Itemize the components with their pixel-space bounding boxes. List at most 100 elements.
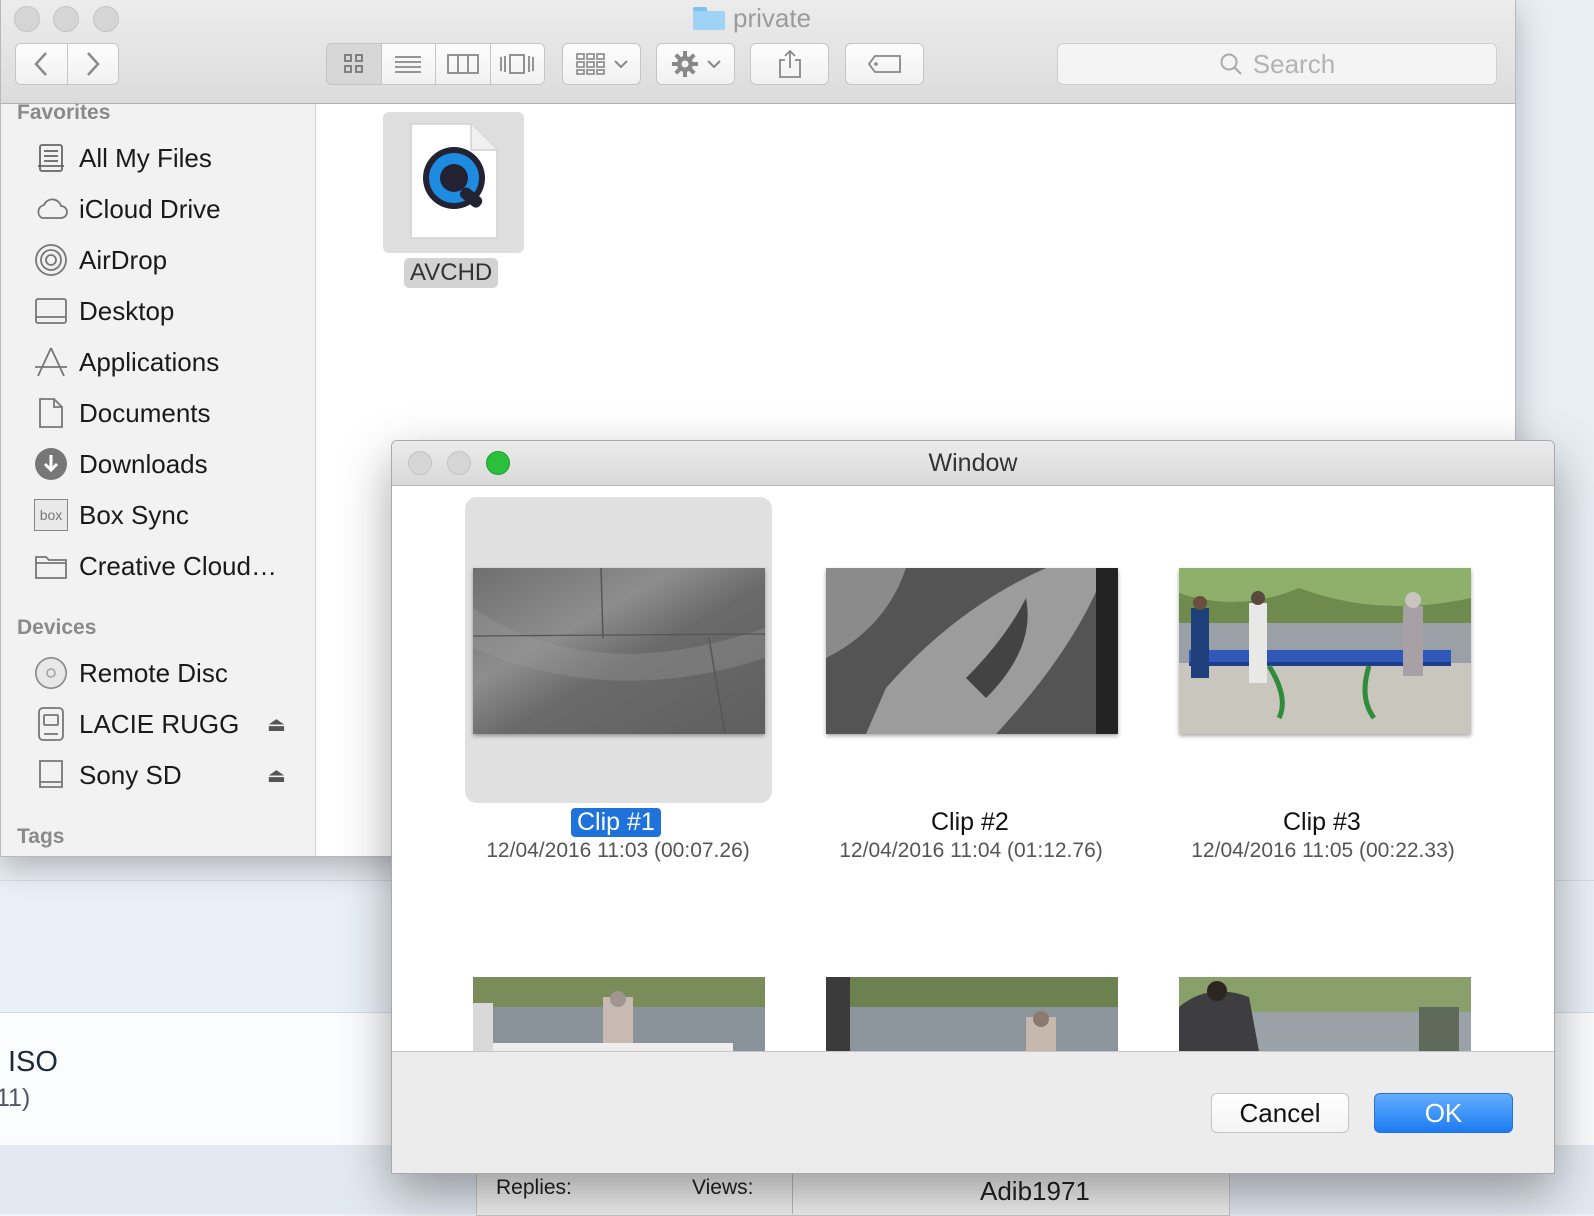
dialog-title: Window [928, 449, 1018, 477]
airdrop-icon [33, 242, 69, 278]
chevron-down-icon [706, 60, 721, 69]
sidebar-item-remote-disc[interactable]: Remote Disc [33, 650, 228, 696]
table-divider [792, 1168, 793, 1214]
views-label: Views: [692, 1176, 754, 1199]
cover-flow-button[interactable] [490, 44, 544, 84]
clip-thumbnail-2[interactable] [826, 568, 1118, 734]
all-my-files-icon [33, 140, 69, 176]
clip-meta-3: 12/04/2016 11:05 (00:22.33) [1191, 839, 1455, 862]
replies-label: Replies: [496, 1176, 572, 1199]
disc-icon [33, 655, 69, 691]
file-name-label[interactable]: AVCHD [404, 258, 499, 288]
sidebar-item-label: Applications [79, 346, 220, 377]
sidebar-item-icloud-drive[interactable]: iCloud Drive [33, 186, 221, 232]
sidebar-item-downloads[interactable]: Downloads [33, 441, 208, 487]
applications-icon [33, 344, 69, 380]
clip-thumbnail-6[interactable] [1179, 977, 1471, 1051]
cloud-icon [33, 191, 69, 227]
minimize-button[interactable] [53, 6, 79, 32]
tags-button[interactable] [845, 43, 924, 85]
gear-icon [671, 51, 698, 77]
sidebar-item-label: Box Sync [79, 499, 189, 530]
sidebar-item-documents[interactable]: Documents [33, 390, 211, 436]
forward-button[interactable] [67, 44, 118, 84]
grid-icon [343, 54, 363, 73]
search-icon [1220, 53, 1242, 75]
background-stats-table [476, 1168, 1230, 1216]
eject-icon[interactable]: ⏏ [267, 712, 286, 737]
quicktime-file-icon [410, 123, 498, 239]
sidebar-item-label: iCloud Drive [79, 193, 221, 224]
downloads-icon [33, 446, 69, 482]
arrange-button[interactable] [562, 43, 641, 85]
desktop-icon [33, 293, 69, 329]
action-button[interactable] [656, 43, 735, 85]
clip-name-3[interactable]: Clip #3 [1283, 808, 1361, 837]
sidebar-item-label: Creative Cloud… [79, 550, 277, 581]
documents-icon [33, 395, 69, 431]
clip-thumbnail-3[interactable] [1179, 568, 1471, 734]
tag-icon [867, 55, 901, 73]
ok-button[interactable]: OK [1374, 1093, 1513, 1133]
tags-header: Tags [17, 825, 65, 848]
clip-name-1[interactable]: Clip #1 [571, 808, 661, 837]
sidebar-item-airdrop[interactable]: AirDrop [33, 237, 167, 283]
sidebar-item-sony-sd[interactable]: Sony SD [33, 752, 182, 798]
arrange-grid-icon [575, 53, 605, 75]
list-icon [395, 56, 422, 73]
column-view-button[interactable] [436, 44, 491, 84]
sidebar-item-desktop[interactable]: Desktop [33, 288, 174, 334]
sidebar-item-all-my-files[interactable]: All My Files [33, 135, 212, 181]
zoom-button[interactable] [93, 6, 119, 32]
sd-card-icon [33, 757, 69, 793]
chevron-right-icon [87, 52, 100, 76]
folder-icon [693, 6, 725, 30]
favorites-header: Favorites [17, 101, 111, 124]
folder-icon [33, 548, 69, 584]
clip-thumbnail-1[interactable] [473, 568, 765, 734]
clip-thumbnail-4[interactable] [473, 977, 765, 1051]
box-icon: box [33, 497, 69, 533]
sidebar-item-label: Sony SD [79, 759, 182, 790]
window-title-text: private [733, 2, 812, 33]
devices-header: Devices [17, 616, 97, 639]
search-input[interactable]: Search [1057, 43, 1497, 85]
back-forward-control [15, 43, 119, 85]
sidebar-item-label: Remote Disc [79, 657, 228, 688]
clip-thumbnail-5[interactable] [826, 977, 1118, 1051]
author-name[interactable]: Adib1971 [980, 1176, 1090, 1207]
clip-meta-2: 12/04/2016 11:04 (01:12.76) [839, 839, 1103, 862]
view-mode-control [326, 43, 545, 85]
clip-meta-1: 12/04/2016 11:03 (00:07.26) [486, 839, 750, 862]
cancel-button[interactable]: Cancel [1211, 1093, 1349, 1133]
sidebar-item-lacie-rugg[interactable]: LACIE RUGG [33, 701, 239, 747]
sidebar-item-label: All My Files [79, 142, 212, 173]
sidebar-item-creative-cloud[interactable]: Creative Cloud… [33, 543, 277, 589]
chevron-down-icon [613, 60, 628, 69]
share-icon [778, 49, 801, 78]
sidebar-item-label: Desktop [79, 295, 175, 326]
background-item-subtitle: 11) [0, 1084, 31, 1112]
columns-icon [446, 54, 479, 74]
back-button[interactable] [16, 44, 68, 84]
close-button[interactable] [14, 6, 40, 32]
box-icon-text: box [34, 499, 68, 531]
window-title: private [693, 2, 811, 34]
list-view-button[interactable] [381, 44, 436, 84]
icon-view-button[interactable] [327, 44, 382, 84]
finder-toolbar: private Search [1, 0, 1515, 104]
background-item-title[interactable]: ISO [8, 1046, 58, 1079]
sidebar-item-applications[interactable]: Applications [33, 339, 219, 385]
cover-flow-icon [500, 54, 535, 74]
drive-icon [33, 706, 69, 742]
finder-sidebar: Favorites All My Files iCloud Drive AirD… [1, 101, 316, 856]
sidebar-item-label: Downloads [79, 448, 208, 479]
sidebar-item-box-sync[interactable]: box Box Sync [33, 492, 189, 538]
clip-name-2[interactable]: Clip #2 [931, 808, 1009, 837]
sidebar-item-label: AirDrop [79, 244, 168, 275]
share-button[interactable] [750, 43, 829, 85]
clip-picker-dialog: Window Clip #1 12/04/2016 11:03 (00:07.2… [391, 440, 1555, 1174]
eject-icon[interactable]: ⏏ [267, 763, 286, 788]
search-placeholder: Search [1252, 48, 1336, 79]
sidebar-item-label: LACIE RUGG [79, 708, 240, 739]
